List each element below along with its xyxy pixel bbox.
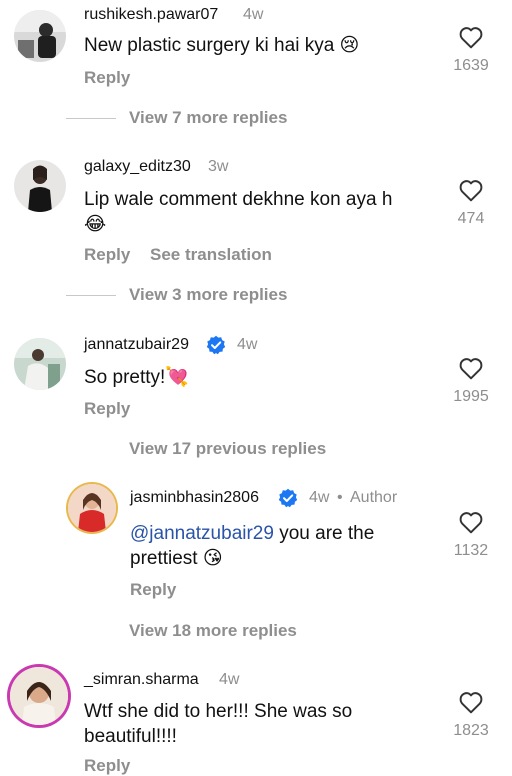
comment-text: Lip wale comment dekhne kon aya h 😂 — [84, 187, 414, 237]
like-count: 1132 — [453, 542, 489, 559]
see-translation-button[interactable]: See translation — [150, 245, 272, 265]
reply-timestamp: 4w — [309, 489, 330, 506]
comment-text: New plastic surgery ki hai kya 😢 — [84, 33, 359, 58]
author-label: Author — [350, 489, 398, 506]
reply-text: @jannatzubair29 you are the prettiest 😘 — [130, 521, 440, 571]
comment-username[interactable]: rushikesh.pawar07 — [84, 6, 218, 24]
mention-link[interactable]: @jannatzubair29 — [130, 523, 274, 544]
comment-body: Lip wale comment dekhne kon aya h — [84, 189, 393, 210]
reply-button[interactable]: Reply — [84, 245, 130, 265]
comment-username[interactable]: galaxy_editz30 — [84, 158, 191, 176]
like-count: 1639 — [453, 57, 489, 74]
heart-icon[interactable] — [441, 178, 501, 202]
reply-button[interactable]: Reply — [130, 580, 176, 600]
comment-body: Wtf she did to her!!! She was so — [84, 701, 353, 722]
heart-icon[interactable] — [441, 510, 501, 534]
comment-username[interactable]: _simran.sharma — [84, 671, 199, 689]
view-more-replies-button[interactable]: View 7 more replies — [129, 108, 287, 128]
comment-timestamp: 3w — [208, 158, 229, 175]
like-count: 1995 — [453, 388, 489, 405]
avatar[interactable] — [14, 160, 66, 212]
view-more-replies-button[interactable]: View 3 more replies — [129, 285, 287, 305]
author-separator: • — [337, 489, 343, 506]
like-column: 1639 — [441, 25, 501, 75]
reply-username[interactable]: jasminbhasin2806 — [130, 489, 259, 507]
like-count: 474 — [457, 210, 485, 227]
like-column: 1132 — [441, 510, 501, 560]
verified-badge-icon — [278, 488, 298, 508]
comment-timestamp: 4w — [219, 671, 240, 688]
sad-emoji: 😢 — [339, 34, 360, 56]
comment-text: So pretty!💘 — [84, 365, 189, 390]
heart-icon[interactable] — [441, 690, 501, 714]
reply-body: you are the — [273, 523, 375, 544]
avatar[interactable] — [14, 338, 66, 390]
heart-arrow-emoji: 💘 — [165, 366, 189, 388]
kiss-emoji: 😘 — [202, 547, 223, 569]
author-avatar[interactable] — [68, 484, 116, 532]
divider-line — [66, 118, 116, 119]
avatar[interactable] — [14, 10, 66, 62]
verified-badge-icon — [206, 335, 226, 355]
comment-body-line2: beautiful!!!! — [84, 726, 177, 747]
comment-timestamp: 4w — [237, 336, 258, 353]
like-column: 1823 — [441, 690, 501, 740]
reply-button[interactable]: Reply — [84, 68, 130, 88]
heart-icon[interactable] — [441, 356, 501, 380]
comment-body: New plastic surgery ki hai kya — [84, 35, 335, 56]
comment-body: So pretty! — [84, 367, 166, 388]
divider-line — [66, 295, 116, 296]
like-count: 1823 — [453, 722, 489, 739]
avatar[interactable] — [10, 667, 68, 725]
reply-button[interactable]: Reply — [84, 756, 130, 776]
comment-timestamp: 4w — [243, 6, 264, 23]
comment-username[interactable]: jannatzubair29 — [84, 336, 189, 354]
heart-icon[interactable] — [441, 25, 501, 49]
like-column: 1995 — [441, 356, 501, 406]
laughing-emoji: 😂 — [84, 213, 107, 235]
view-previous-replies-button[interactable]: View 17 previous replies — [129, 439, 326, 459]
reply-body-line2: prettiest — [130, 548, 198, 569]
view-more-replies-button[interactable]: View 18 more replies — [129, 621, 297, 641]
reply-button[interactable]: Reply — [84, 399, 130, 419]
like-column: 474 — [441, 178, 501, 228]
comment-text: Wtf she did to her!!! She was so beautif… — [84, 699, 414, 749]
